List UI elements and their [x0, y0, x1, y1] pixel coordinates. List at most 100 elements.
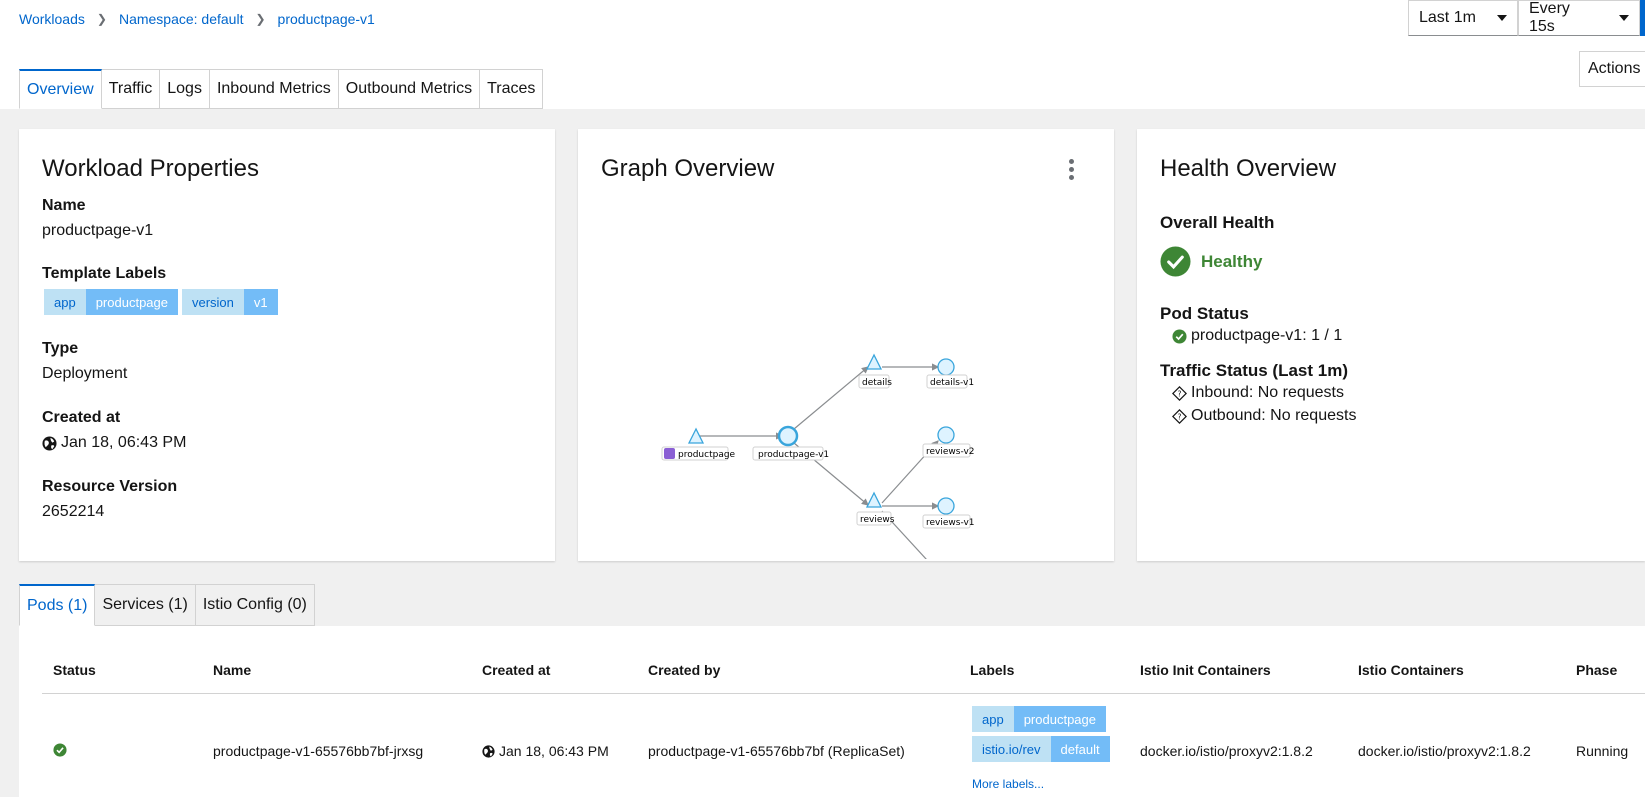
property-label: Template Labels [42, 265, 167, 282]
globe-icon [482, 744, 495, 758]
property-type: Type Deployment [42, 340, 127, 383]
pods-table: Status Name Created at Created by Labels… [19, 626, 1645, 797]
pod-status [53, 743, 67, 757]
column-header[interactable]: Istio Init Containers [1140, 662, 1271, 678]
caret-down-icon [1497, 15, 1507, 21]
graph-node-service[interactable]: details [858, 353, 892, 389]
pod-init-containers: docker.io/istio/proxyv2:1.8.2 [1140, 743, 1313, 759]
pod-status-value: productpage-v1: 1 / 1 [1191, 327, 1343, 344]
column-header[interactable]: Created by [648, 662, 720, 678]
outbound-status: ? Outbound: No requests [1172, 407, 1356, 425]
time-range-value: Last 1m [1419, 9, 1476, 26]
caret-down-icon [1619, 15, 1629, 21]
pod-name: productpage-v1-65576bb7bf-jrxsg [213, 743, 424, 759]
tab-logs[interactable]: Logs [160, 69, 210, 109]
property-label: Type [42, 340, 79, 357]
breadcrumb-current[interactable]: productpage-v1 [278, 11, 375, 27]
svg-text:?: ? [1178, 412, 1182, 421]
column-header[interactable]: Istio Containers [1358, 662, 1464, 678]
refresh-button[interactable] [1640, 0, 1645, 36]
column-header[interactable]: Labels [970, 662, 1014, 678]
label-value: v1 [243, 289, 278, 315]
breadcrumb-namespace[interactable]: Namespace: default [119, 11, 244, 27]
chevron-right-icon: ❯ [96, 12, 107, 26]
label-badge: istio.io/rev default [972, 736, 1110, 762]
actions-dropdown[interactable]: Actions [1579, 51, 1645, 87]
time-range-select[interactable]: Last 1m [1408, 0, 1518, 36]
graph-node-workload[interactable]: details-v1 [926, 358, 974, 389]
label-badge: version v1 [181, 289, 278, 315]
property-created: Created at Jan 18, 06:43 PM [42, 409, 186, 452]
property-name: Name productpage-v1 [42, 197, 153, 240]
property-value: productpage-v1 [42, 222, 154, 239]
graph-node-workload[interactable]: reviews-v1 [922, 497, 975, 529]
breadcrumb-workloads[interactable]: Workloads [19, 11, 85, 27]
resource-tabs: Pods (1) Services (1) Istio Config (0) [19, 584, 315, 626]
property-value: Deployment [42, 365, 128, 382]
tab-outbound-metrics[interactable]: Outbound Metrics [338, 69, 481, 109]
pod-labels: istio.io/rev default [972, 736, 1114, 762]
property-template-labels: Template Labels app productpage version … [42, 265, 282, 315]
pod-status-line: productpage-v1: 1 / 1 [1172, 327, 1342, 345]
label-key: app [44, 289, 86, 315]
tab-inbound-metrics[interactable]: Inbound Metrics [209, 69, 339, 109]
tab-istio-config[interactable]: Istio Config (0) [195, 584, 315, 626]
property-value: Jan 18, 06:43 PM [42, 434, 186, 452]
pod-created-text: Jan 18, 06:43 PM [499, 743, 609, 759]
label-key: version [181, 289, 244, 315]
unknown-status-icon: ? [1172, 408, 1187, 424]
page-header: Workloads ❯ Namespace: default ❯ product… [0, 0, 1645, 109]
graph-node-workload[interactable]: reviews-v2 [922, 426, 975, 458]
pod-status-label: Pod Status [1160, 304, 1249, 323]
label-key: istio.io/rev [972, 736, 1051, 762]
header-divider [42, 693, 1645, 694]
kebab-menu-icon[interactable] [1068, 159, 1074, 180]
outbound-status-text: Outbound: No requests [1191, 407, 1357, 424]
property-resource-version: Resource Version 2652214 [42, 478, 177, 521]
column-header[interactable]: Created at [482, 662, 550, 678]
graph-node-label: reviews-v2 [926, 447, 975, 457]
graph-overview-card: Graph Overview productpage productpage-v… [578, 129, 1114, 561]
property-label: Name [42, 197, 86, 214]
column-header[interactable]: Phase [1576, 662, 1617, 678]
card-title: Graph Overview [601, 155, 775, 182]
column-header[interactable]: Name [213, 662, 251, 678]
tab-pods[interactable]: Pods (1) [19, 584, 96, 626]
service-graph[interactable]: productpage productpage-v1 details detai… [578, 189, 1114, 559]
overall-health-label: Overall Health [1160, 213, 1275, 232]
card-title: Health Overview [1160, 155, 1337, 182]
label-value: default [1050, 736, 1110, 762]
graph-node-app[interactable]: productpage [661, 427, 736, 461]
chevron-right-icon: ❯ [255, 12, 266, 26]
pod-created: Jan 18, 06:43 PM [482, 743, 609, 759]
breadcrumb: Workloads ❯ Namespace: default ❯ product… [19, 11, 375, 27]
tab-traces[interactable]: Traces [480, 69, 544, 109]
globe-icon [42, 435, 57, 451]
more-labels-link[interactable]: More labels... [972, 777, 1044, 791]
column-header[interactable]: Status [53, 662, 96, 678]
tab-services[interactable]: Services (1) [95, 584, 196, 626]
created-timestamp: Jan 18, 06:43 PM [61, 434, 187, 451]
check-circle-icon [53, 743, 67, 757]
graph-node-label: reviews-v1 [926, 518, 975, 528]
tab-traffic[interactable]: Traffic [101, 69, 161, 109]
inbound-status: ? Inbound: No requests [1172, 384, 1344, 402]
traffic-status-label: Traffic Status (Last 1m) [1160, 361, 1348, 380]
card-title: Workload Properties [42, 155, 259, 182]
label-badge: app productpage [44, 289, 178, 315]
graph-node-service[interactable]: reviews [856, 491, 895, 526]
workload-tabs: Overview Traffic Logs Inbound Metrics Ou… [19, 69, 544, 109]
label-list: app productpage version v1 [44, 289, 282, 315]
graph-node-label: productpage [678, 450, 736, 460]
label-value: productpage [85, 289, 178, 315]
graph-node-workload[interactable]: productpage-v1 [752, 425, 829, 461]
label-key: app [972, 706, 1014, 732]
tab-overview[interactable]: Overview [19, 69, 102, 109]
pod-labels: app productpage [972, 706, 1110, 732]
property-value: 2652214 [42, 503, 105, 520]
pod-containers: docker.io/istio/proxyv2:1.8.2 [1358, 743, 1531, 759]
workload-properties-card: Workload Properties Name productpage-v1 … [19, 129, 555, 561]
refresh-interval-select[interactable]: Every 15s [1518, 0, 1640, 36]
refresh-interval-value: Every 15s [1529, 0, 1570, 35]
health-overview-card: Health Overview Overall Health Healthy P… [1137, 129, 1645, 561]
